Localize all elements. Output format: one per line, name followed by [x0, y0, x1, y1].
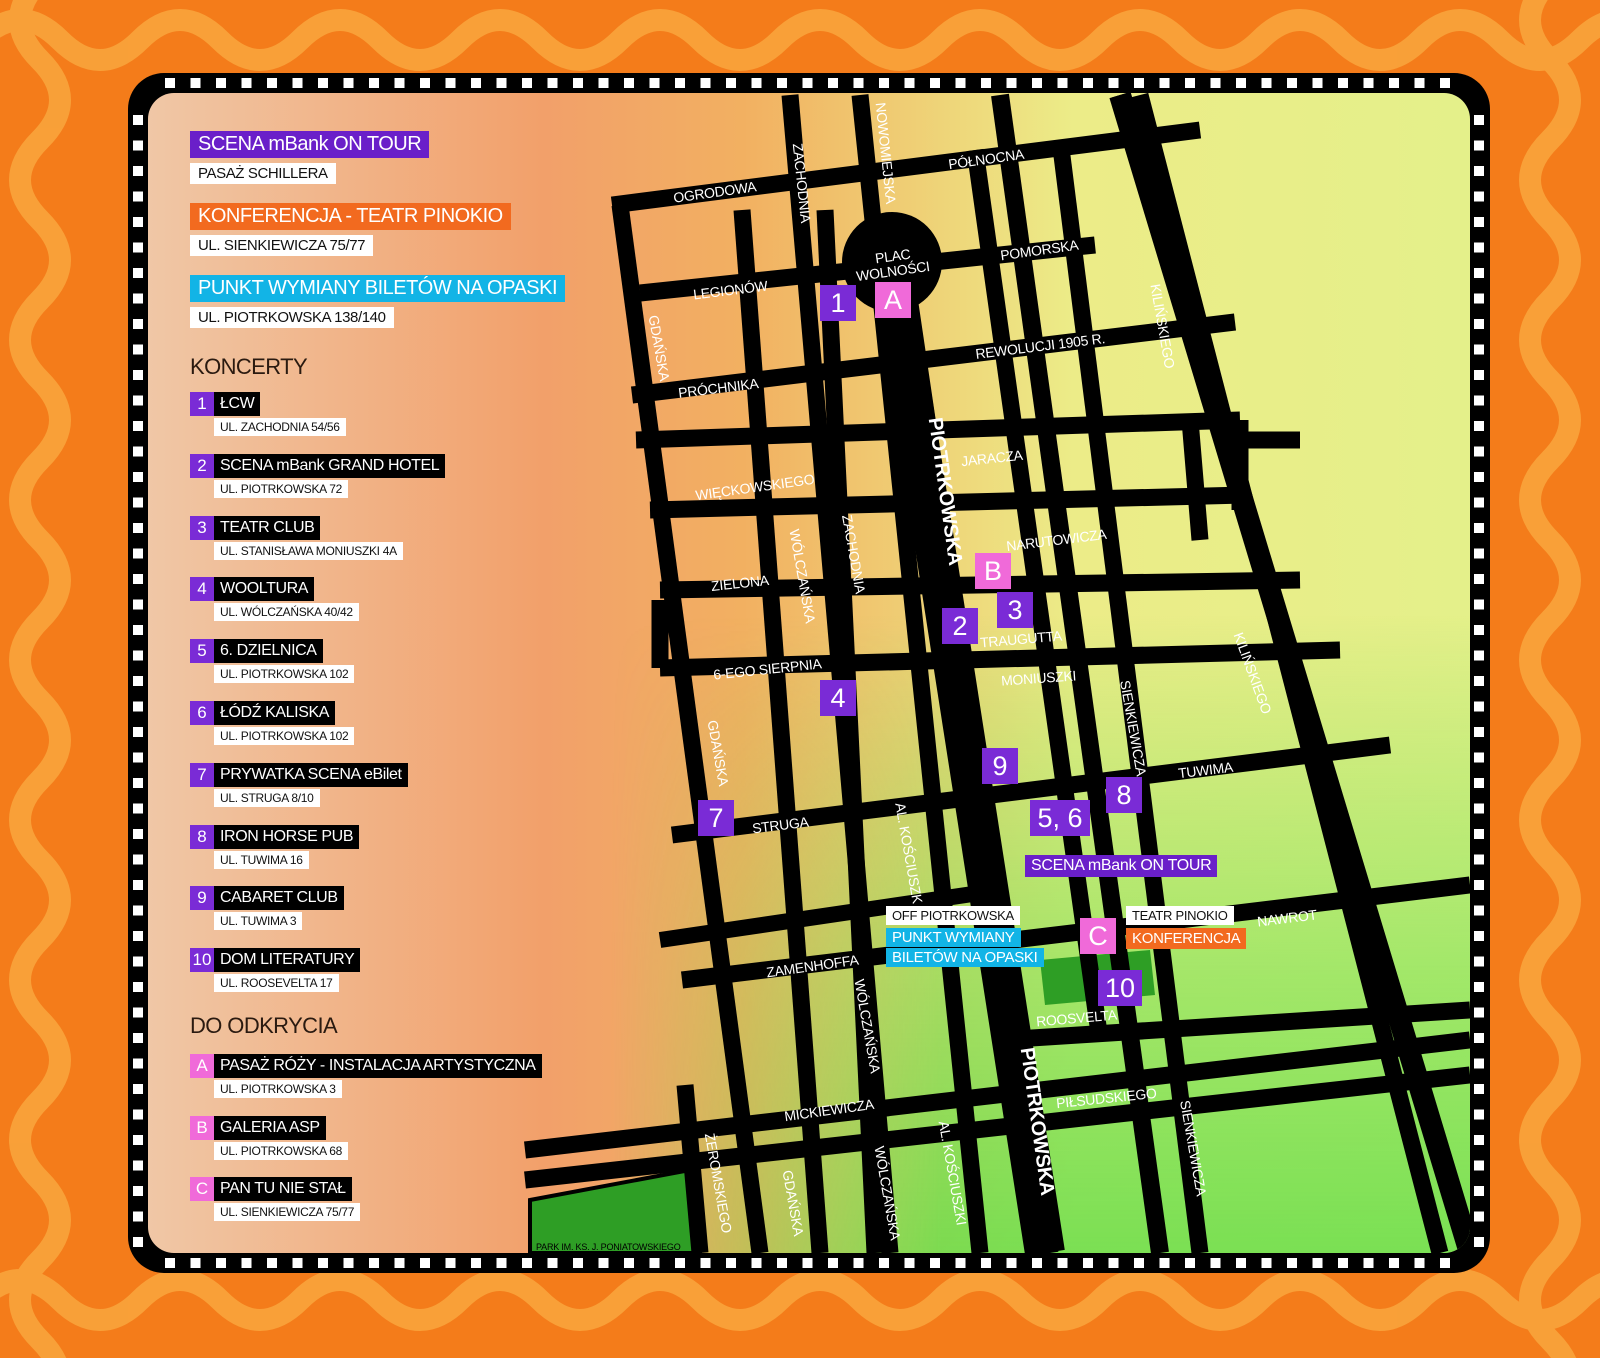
concert-item[interactable]: 10 DOM LITERATURY: [190, 948, 361, 973]
concert-item[interactable]: 5 6. DZIELNICA: [190, 639, 323, 664]
pin-4[interactable]: 4: [820, 680, 856, 716]
pin-5-6[interactable]: 5, 6: [1030, 800, 1090, 836]
concert-address: UL. STRUGA 8/10: [214, 788, 320, 807]
concert-item[interactable]: 4 WOOLTURA: [190, 577, 315, 602]
map-tag-scena-tour: SCENA mBank ON TOUR: [1025, 855, 1218, 877]
concert-address: UL. PIOTRKOWSKA 72: [214, 479, 348, 498]
concert-address: UL. STANISŁAWA MONIUSZKI 4A: [214, 541, 403, 560]
concerts-heading: KONCERTY: [190, 354, 308, 379]
park-label: PARK IM. KS. J. PONIATOWSKIEGO: [536, 1242, 681, 1252]
concert-name: 6. DZIELNICA: [214, 639, 323, 664]
concert-item[interactable]: 2 SCENA mBank GRAND HOTEL: [190, 453, 446, 478]
pin-B[interactable]: B: [975, 553, 1011, 589]
discover-item[interactable]: C PAN TU NIE STAŁ: [190, 1177, 352, 1201]
concert-number: 4: [190, 577, 214, 602]
concert-item[interactable]: 6 ŁÓDŹ KALISKA: [190, 701, 336, 725]
discover-item[interactable]: A PASAŻ RÓŻY - INSTALACJA ARTYSTYCZNA: [190, 1054, 542, 1078]
legend-konferencja-title: KONFERENCJA - TEATR PINOKIO: [190, 203, 511, 230]
concert-item[interactable]: 8 IRON HORSE PUB: [190, 824, 360, 849]
legend-punkt-title: PUNKT WYMIANY BILETÓW NA OPASKI: [190, 275, 566, 302]
discover-address: UL. PIOTRKOWSKA 3: [214, 1080, 342, 1098]
concert-number: 6: [190, 701, 214, 725]
concert-name: TEATR CLUB: [214, 515, 321, 540]
concert-name: PRYWATKA SCENA eBilet: [214, 762, 408, 787]
concert-address: UL. TUWIMA 16: [214, 850, 309, 869]
concert-name: DOM LITERATURY: [214, 948, 361, 973]
concert-number: 2: [190, 453, 214, 478]
concert-number: 8: [190, 824, 214, 849]
concert-number: 10: [190, 948, 214, 973]
discover-address: UL. PIOTRKOWSKA 68: [214, 1141, 348, 1160]
concert-name: SCENA mBank GRAND HOTEL: [214, 453, 446, 478]
map-tag-punkt-1: PUNKT WYMIANY: [886, 928, 1021, 947]
pin-8[interactable]: 8: [1106, 777, 1142, 813]
map-tag-off: OFF PIOTRKOWSKA: [886, 906, 1020, 925]
legend-punkt-address: UL. PIOTRKOWSKA 138/140: [190, 307, 394, 328]
legend-scena-tour-title: SCENA mBank ON TOUR: [190, 131, 430, 158]
concert-address: UL. WÓLCZAŃSKA 40/42: [214, 603, 359, 622]
concert-item[interactable]: 3 TEATR CLUB: [190, 515, 321, 540]
discover-name: PASAŻ RÓŻY - INSTALACJA ARTYSTYCZNA: [214, 1054, 542, 1078]
discover-address: UL. SIENKIEWICZA 75/77: [214, 1203, 361, 1221]
concert-address: UL. TUWIMA 3: [214, 912, 303, 931]
concert-item[interactable]: 9 CABARET CLUB: [190, 886, 344, 911]
discover-letter: C: [190, 1177, 214, 1201]
concert-number: 9: [190, 886, 214, 911]
pin-10[interactable]: 10: [1098, 970, 1142, 1006]
discover-letter: B: [190, 1115, 214, 1140]
discover-name: GALERIA ASP: [214, 1115, 326, 1140]
pin-3[interactable]: 3: [997, 592, 1033, 628]
legend-konferencja-address: UL. SIENKIEWICZA 75/77: [190, 235, 374, 256]
map-tag-punkt-2: BILETÓW NA OPASKI: [886, 948, 1044, 967]
concert-name: IRON HORSE PUB: [214, 824, 360, 849]
concert-name: WOOLTURA: [214, 577, 315, 602]
concert-address: UL. ZACHODNIA 54/56: [214, 418, 346, 436]
concert-item[interactable]: 7 PRYWATKA SCENA eBilet: [190, 762, 408, 787]
discover-heading: DO ODKRYCIA: [190, 1013, 338, 1038]
map-tag-teatr: TEATR PINOKIO: [1126, 906, 1234, 925]
concert-number: 5: [190, 639, 214, 664]
discover-name: PAN TU NIE STAŁ: [214, 1177, 352, 1201]
concert-address: UL. ROOSEVELTA 17: [214, 974, 339, 993]
pin-A[interactable]: A: [875, 282, 911, 318]
legend-scena-tour-address: PASAŻ SCHILLERA: [190, 163, 336, 184]
pin-2[interactable]: 2: [942, 608, 978, 644]
pin-7[interactable]: 7: [698, 800, 734, 836]
concert-name: ŁCW: [214, 392, 261, 416]
pin-1[interactable]: 1: [820, 285, 856, 321]
map-tag-konferencja: KONFERENCJA: [1126, 928, 1247, 949]
discover-item[interactable]: B GALERIA ASP: [190, 1115, 326, 1140]
pin-C[interactable]: C: [1080, 918, 1116, 954]
concert-item[interactable]: 1 ŁCW: [190, 392, 261, 416]
concert-address: UL. PIOTRKOWSKA 102: [214, 727, 355, 745]
concert-name: CABARET CLUB: [214, 886, 344, 911]
concert-name: ŁÓDŹ KALISKA: [214, 701, 336, 725]
concert-number: 3: [190, 515, 214, 540]
pin-9[interactable]: 9: [982, 748, 1018, 784]
concert-address: UL. PIOTRKOWSKA 102: [214, 665, 355, 684]
discover-letter: A: [190, 1054, 214, 1078]
concert-number: 1: [190, 392, 214, 416]
concert-number: 7: [190, 762, 214, 787]
